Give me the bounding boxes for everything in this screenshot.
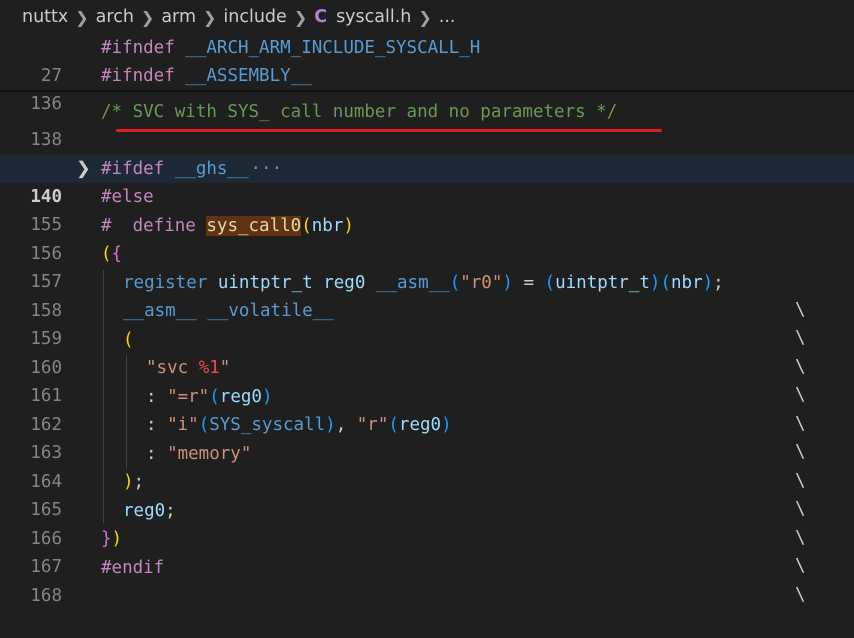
comma: , — [335, 415, 357, 435]
code-line[interactable]: 160 ( \ — [0, 326, 854, 434]
directive: # define — [101, 216, 196, 236]
directive: #else — [101, 187, 154, 207]
code-line[interactable]: 168 #endif — [0, 554, 854, 606]
bracket: ) — [441, 415, 452, 435]
chevron-right-icon: ❯ — [203, 7, 217, 27]
chevron-right-icon: ❯ — [418, 7, 432, 27]
bracket: ) — [325, 415, 336, 435]
breadcrumb-nuttx[interactable]: nuttx — [22, 7, 68, 27]
macro: __ARCH_ARM_INCLUDE_SYSCALL_H — [174, 38, 481, 58]
macro: __ghs__ — [164, 159, 249, 179]
format-specifier: %1 — [198, 358, 220, 378]
directive: #endif — [101, 558, 165, 578]
colon: : — [146, 415, 168, 435]
code-line[interactable]: 155 #else — [0, 183, 854, 235]
folded-region-ellipsis[interactable]: ··· — [251, 159, 283, 179]
bracket: ( — [198, 415, 210, 435]
string: "r" — [356, 415, 389, 435]
chevron-right-icon[interactable]: ❯ — [76, 155, 91, 183]
bracket: ) — [649, 273, 661, 293]
bracket: ( — [209, 387, 220, 407]
bracket: ( — [123, 330, 134, 350]
string: "svc — [146, 358, 199, 378]
macro: __ASSEMBLY__ — [174, 66, 312, 86]
code-line[interactable]: 163 : "i"(SYS_syscall), "r"(reg0) \ — [0, 411, 854, 519]
code-line[interactable]: 156 # define sys_call0(nbr) \ — [0, 212, 854, 320]
colon: : — [146, 444, 168, 464]
bracket: ) — [343, 216, 354, 236]
keyword: __asm__ — [123, 301, 197, 321]
c-file-icon: C — [314, 7, 328, 27]
string: "i" — [167, 415, 199, 435]
code-line[interactable]: 162 : "=r"(reg0) \ — [0, 383, 854, 491]
keyword: register — [123, 273, 208, 293]
variable: reg0 — [219, 387, 262, 407]
string: "r0" — [460, 273, 503, 293]
type: uintptr_t — [555, 273, 650, 293]
breadcrumb: nuttx ❯ arch ❯ arm ❯ include ❯ C syscall… — [0, 0, 854, 34]
breadcrumb-include[interactable]: include — [223, 7, 286, 27]
line-continuation: \ — [795, 585, 806, 605]
chevron-right-icon: ❯ — [140, 7, 155, 27]
bracket: ( — [101, 244, 112, 264]
directive: #ifndef — [101, 38, 175, 58]
string: "memory" — [167, 444, 252, 464]
bracket: ) — [702, 273, 714, 293]
sticky-line[interactable]: 27 #ifndef __ARCH_ARM_INCLUDE_SYSCALL_H — [0, 34, 854, 86]
variable: reg0 — [323, 273, 366, 293]
code-line[interactable]: 157 ({ \ — [0, 240, 854, 348]
directive: #ifndef — [101, 66, 175, 86]
line-number: 168 — [30, 586, 62, 606]
bracket: ( — [301, 216, 312, 236]
keyword: __volatile__ — [207, 301, 334, 321]
code-line[interactable]: 138 /* SVC with SYS_ call number and no … — [0, 98, 854, 150]
semicolon: ; — [133, 472, 145, 492]
bracket: ( — [449, 273, 461, 293]
code-line[interactable]: 167 }) — [0, 525, 854, 577]
chevron-right-icon: ❯ — [75, 7, 89, 27]
bracket: ( — [660, 273, 672, 293]
parameter: nbr — [311, 216, 344, 236]
sticky-scroll-shadow — [0, 90, 854, 93]
semicolon: ; — [713, 273, 724, 293]
code-line[interactable]: 161 "svc %1" \ — [0, 354, 854, 462]
parameter: nbr — [671, 273, 703, 293]
bracket: ) — [261, 387, 273, 407]
comment: /* SVC with SYS_ call number and no para… — [101, 102, 618, 122]
macro: SYS_syscall — [209, 415, 326, 435]
code-line[interactable]: 158 register uintptr_t reg0 __asm__("r0"… — [0, 269, 854, 377]
bracket: ( — [388, 415, 399, 435]
colon: : — [146, 387, 168, 407]
variable: reg0 — [398, 415, 442, 435]
code-line[interactable]: 166 reg0; \ — [0, 497, 854, 605]
bracket: ) — [502, 273, 513, 293]
string: "=r" — [167, 387, 210, 407]
code-line[interactable]: 164 : "memory" \ — [0, 440, 854, 548]
sticky-line[interactable]: 136 #ifndef __ASSEMBLY__ — [0, 62, 854, 114]
string: " — [219, 358, 231, 378]
bracket: ) — [123, 472, 134, 492]
breadcrumb-arm[interactable]: arm — [161, 7, 196, 27]
code-line[interactable]: 159 __asm__ __volatile__ \ — [0, 297, 854, 405]
code-line-folded[interactable]: 140 ❯ #ifdef __ghs__ ··· — [0, 155, 854, 207]
code-line[interactable]: 165 ); \ — [0, 468, 854, 576]
operator: = — [512, 273, 545, 293]
bracket: } — [101, 529, 112, 549]
breadcrumb-file[interactable]: syscall.h — [336, 7, 411, 27]
directive: #ifdef — [101, 159, 165, 179]
bracket: ) — [111, 529, 123, 549]
breadcrumb-more[interactable]: ... — [439, 7, 456, 27]
chevron-right-icon: ❯ — [293, 7, 308, 27]
code-line[interactable]: 139 — [0, 126, 854, 178]
type: uintptr_t — [217, 273, 313, 293]
keyword: __asm__ — [375, 273, 450, 293]
bracket: { — [111, 244, 123, 264]
function-name-highlight: sys_call0 — [206, 216, 302, 236]
breadcrumb-arch[interactable]: arch — [96, 7, 134, 27]
bracket: ( — [544, 273, 556, 293]
semicolon: ; — [165, 501, 176, 521]
variable: reg0 — [123, 501, 166, 521]
